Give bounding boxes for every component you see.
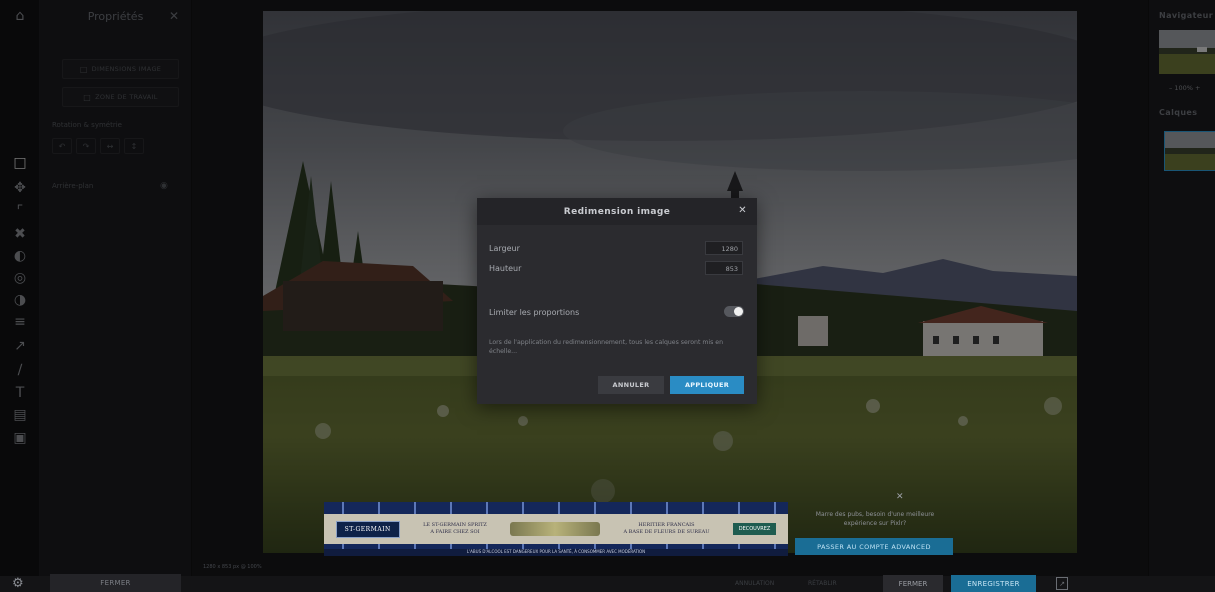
properties-panel: Propriétés ✕ □ DIMENSIONS IMAGE □ ZONE D… — [40, 0, 192, 592]
frame-icon[interactable]: ▤ — [10, 405, 30, 425]
move-icon[interactable]: ✥ — [10, 178, 30, 198]
status-text: 1280 x 853 px @ 100% — [203, 564, 262, 570]
ad-cta-button[interactable]: DECOUVREZ — [732, 523, 777, 535]
close-icon[interactable]: ✕ — [169, 9, 179, 23]
bottle-image — [510, 522, 601, 536]
text-icon[interactable]: T — [10, 383, 30, 403]
liquify-icon[interactable]: ≡ — [10, 312, 30, 332]
dialog-header: Redimension image ✕ — [477, 198, 757, 225]
upgrade-button[interactable]: PASSER AU COMPTE ADVANCED — [795, 538, 953, 555]
image-size-label: DIMENSIONS IMAGE — [91, 65, 162, 73]
home-icon[interactable]: ⌂ — [10, 6, 30, 26]
image-icon[interactable]: ▣ — [10, 428, 30, 448]
edit-icon[interactable]: □ — [10, 153, 30, 173]
layer-thumbnail[interactable] — [1164, 131, 1215, 171]
background-label: Arrière-plan — [52, 182, 94, 190]
navigator-thumbnail[interactable] — [1159, 30, 1215, 74]
dialog-close-icon[interactable]: ✕ — [738, 205, 747, 216]
dialog-title: Redimension image — [563, 206, 671, 217]
navigator-title: Navigateur — [1159, 11, 1214, 20]
image-size-button[interactable]: □ DIMENSIONS IMAGE — [62, 59, 179, 79]
width-input[interactable]: 1280 — [705, 241, 743, 255]
height-label: Hauteur — [489, 264, 522, 273]
constrain-label: Limiter les proportions — [489, 308, 580, 317]
rotation-label: Rotation & symétrie — [52, 121, 122, 129]
redo-button[interactable]: RÉTABLIR — [808, 580, 837, 587]
export-icon[interactable]: ↗ — [1056, 577, 1068, 590]
close-panel-button[interactable]: FERMER — [50, 574, 181, 592]
resize-icon: □ — [79, 64, 88, 74]
tool-rail: ⌂ □ ✥ ⌜ ✖ ◐ ◎ ◑ ≡ ↗ ∕ T ▤ ▣ — [0, 0, 40, 592]
width-label: Largeur — [489, 244, 520, 253]
cut-icon[interactable]: ✖ — [10, 224, 30, 244]
crop-icon[interactable]: ⌜ — [10, 201, 30, 221]
workspace-button[interactable]: □ ZONE DE TRAVAIL — [62, 87, 179, 107]
save-button[interactable]: ENREGISTRER — [951, 575, 1036, 592]
constrain-toggle[interactable] — [724, 306, 744, 317]
promo-close-icon[interactable]: ✕ — [896, 492, 904, 502]
dialog-note: Lors de l'application du redimensionneme… — [489, 339, 724, 355]
right-panel: Navigateur – 100% + Calques — [1148, 0, 1215, 592]
rotate-right-icon[interactable]: ↷ — [76, 138, 96, 154]
ad-text-1: LE ST-GERMAIN SPRITZ A FAIRE CHEZ SOI — [423, 522, 487, 535]
apply-button[interactable]: APPLIQUER — [670, 376, 744, 394]
pen-icon[interactable]: ∕ — [10, 360, 30, 380]
ad-footer: L'ABUS D'ALCOOL EST DANGEREUX POUR LA SA… — [466, 549, 646, 554]
zoom-level[interactable]: – 100% + — [1169, 84, 1200, 92]
properties-title: Propriétés — [87, 9, 144, 23]
undo-button[interactable]: ANNULATION — [735, 580, 774, 587]
ad-text-2: HERITIER FRANCAIS A BASE DE FLEURS DE SU… — [623, 522, 710, 535]
close-button[interactable]: FERMER — [883, 575, 943, 592]
flip-horizontal-icon[interactable]: ↔ — [100, 138, 120, 154]
ad-banner[interactable]: ST-GERMAIN LE ST-GERMAIN SPRITZ A FAIRE … — [324, 502, 788, 556]
background-settings-icon[interactable]: ◉ — [160, 181, 168, 191]
filter-icon[interactable]: ◎ — [10, 268, 30, 288]
settings-gear-icon[interactable]: ⚙ — [12, 576, 24, 592]
workspace-label: ZONE DE TRAVAIL — [95, 93, 158, 101]
layers-title: Calques — [1159, 108, 1198, 117]
effect-icon[interactable]: ◑ — [10, 290, 30, 310]
brush-icon[interactable]: ↗ — [10, 336, 30, 356]
canvas-icon: □ — [83, 92, 92, 102]
promo-text: Marre des pubs, besoin d'une meilleure e… — [815, 511, 935, 527]
adjust-icon[interactable]: ◐ — [10, 246, 30, 266]
rotation-controls: ↶ ↷ ↔ ↕ — [52, 138, 144, 154]
cancel-button[interactable]: ANNULER — [598, 376, 664, 394]
ad-brand: ST-GERMAIN — [335, 520, 400, 538]
flip-vertical-icon[interactable]: ↕ — [124, 138, 144, 154]
properties-header: Propriétés ✕ — [40, 0, 191, 32]
ad-pattern-top — [324, 502, 788, 514]
app-window: ⌂ □ ✥ ⌜ ✖ ◐ ◎ ◑ ≡ ↗ ∕ T ▤ ▣ Propriétés ✕… — [0, 0, 1215, 592]
ad-content: ST-GERMAIN LE ST-GERMAIN SPRITZ A FAIRE … — [324, 514, 788, 544]
height-input[interactable]: 853 — [705, 261, 743, 275]
rotate-left-icon[interactable]: ↶ — [52, 138, 72, 154]
resize-dialog: Redimension image ✕ Largeur 1280 Hauteur… — [477, 198, 757, 404]
